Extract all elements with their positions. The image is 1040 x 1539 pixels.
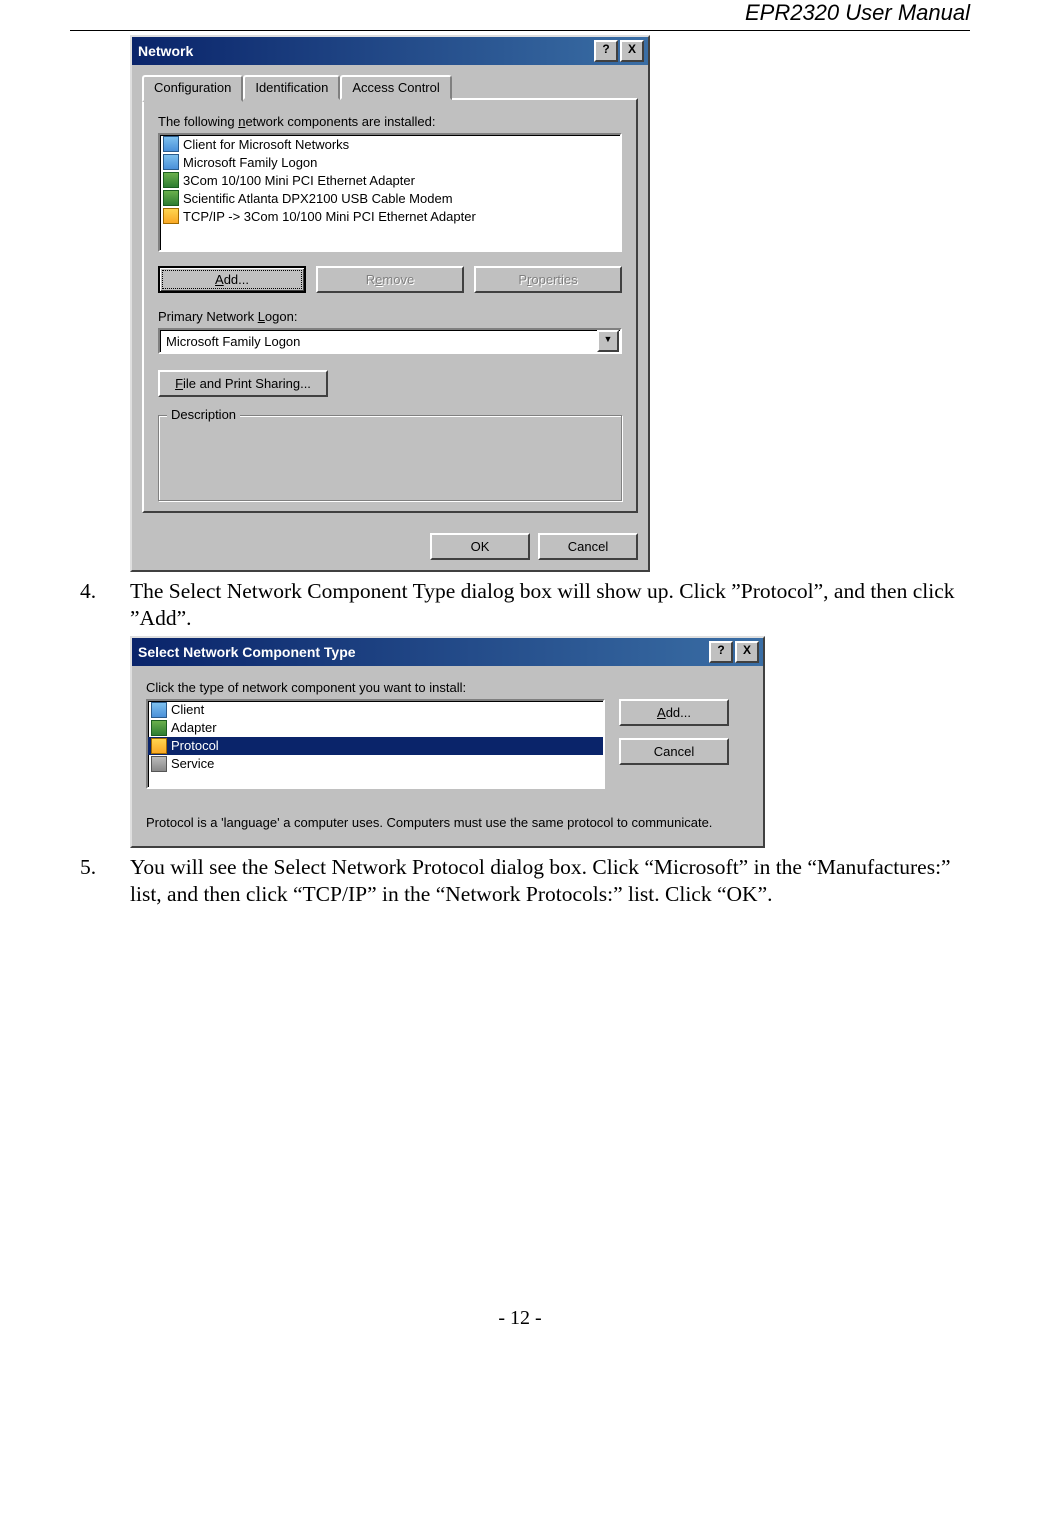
protocol-icon	[151, 738, 167, 754]
network-dialog: Network ? X Configuration Identification…	[130, 35, 650, 572]
step-text: The Select Network Component Type dialog…	[130, 578, 970, 632]
network-titlebar: Network ? X	[132, 37, 648, 65]
step-text: You will see the Select Network Protocol…	[130, 854, 970, 908]
list-item-adapter[interactable]: Adapter	[148, 719, 603, 737]
client-icon	[151, 702, 167, 718]
remove-button: Remove	[316, 266, 464, 293]
list-item-protocol[interactable]: Protocol	[148, 737, 603, 755]
list-item[interactable]: Scientific Atlanta DPX2100 USB Cable Mod…	[160, 189, 620, 207]
list-item-label: Adapter	[171, 720, 217, 735]
components-label: The following network components are ins…	[158, 114, 622, 129]
description-groupbox: Description	[158, 415, 622, 501]
add-button[interactable]: Add...	[158, 266, 306, 293]
component-buttons: Add... Remove Properties	[158, 266, 622, 293]
properties-button: Properties	[474, 266, 622, 293]
header-product: EPR2320	[745, 0, 839, 25]
tab-configuration[interactable]: Configuration	[142, 75, 243, 102]
service-icon	[151, 756, 167, 772]
page-footer: - 12 -	[70, 1307, 970, 1330]
file-print-sharing-button[interactable]: File and Print Sharing...	[158, 370, 328, 397]
cancel-button[interactable]: Cancel	[538, 533, 638, 560]
dialog-bottom-buttons: OK Cancel	[132, 523, 648, 570]
adapter-icon	[163, 172, 179, 188]
header-title: EPR2320 User Manual	[70, 0, 970, 30]
chevron-down-icon[interactable]: ▼	[597, 330, 619, 352]
list-item-label: Protocol	[171, 738, 219, 753]
cancel-button[interactable]: Cancel	[619, 738, 729, 765]
help-icon[interactable]: ?	[709, 641, 733, 663]
step-4: 4. The Select Network Component Type dia…	[70, 578, 970, 632]
primary-logon-value: Microsoft Family Logon	[160, 334, 596, 349]
tab-row: Configuration Identification Access Cont…	[142, 75, 638, 100]
ok-button[interactable]: OK	[430, 533, 530, 560]
list-item[interactable]: Microsoft Family Logon	[160, 153, 620, 171]
protocol-icon	[163, 208, 179, 224]
list-item-label: Microsoft Family Logon	[183, 155, 317, 170]
list-item-service[interactable]: Service	[148, 755, 603, 773]
list-item[interactable]: 3Com 10/100 Mini PCI Ethernet Adapter	[160, 171, 620, 189]
primary-logon-combo[interactable]: Microsoft Family Logon ▼	[158, 328, 622, 354]
configuration-panel: The following network components are ins…	[142, 98, 638, 513]
component-type-listbox[interactable]: Client Adapter Protocol Service	[146, 699, 605, 789]
select-component-title-text: Select Network Component Type	[138, 644, 707, 660]
adapter-icon	[163, 190, 179, 206]
close-icon[interactable]: X	[620, 40, 644, 62]
add-button[interactable]: Add...	[619, 699, 729, 726]
step-number: 4.	[80, 578, 130, 632]
list-item-label: Scientific Atlanta DPX2100 USB Cable Mod…	[183, 191, 453, 206]
description-legend: Description	[167, 407, 240, 422]
client-icon	[163, 154, 179, 170]
list-item-label: Client for Microsoft Networks	[183, 137, 349, 152]
client-icon	[163, 136, 179, 152]
list-item-label: Client	[171, 702, 204, 717]
select-component-dialog: Select Network Component Type ? X Click …	[130, 636, 765, 848]
adapter-icon	[151, 720, 167, 736]
list-item-client[interactable]: Client	[148, 701, 603, 719]
list-item[interactable]: Client for Microsoft Networks	[160, 135, 620, 153]
tab-access-control[interactable]: Access Control	[340, 75, 451, 100]
help-icon[interactable]: ?	[594, 40, 618, 62]
network-title-text: Network	[138, 43, 592, 59]
components-listbox[interactable]: Client for Microsoft Networks Microsoft …	[158, 133, 622, 252]
step-5: 5. You will see the Select Network Proto…	[70, 854, 970, 908]
list-item[interactable]: TCP/IP -> 3Com 10/100 Mini PCI Ethernet …	[160, 207, 620, 225]
list-item-label: TCP/IP -> 3Com 10/100 Mini PCI Ethernet …	[183, 209, 476, 224]
list-item-label: 3Com 10/100 Mini PCI Ethernet Adapter	[183, 173, 415, 188]
header-manual: User Manual	[839, 0, 970, 25]
select-component-titlebar: Select Network Component Type ? X	[132, 638, 763, 666]
tab-identification[interactable]: Identification	[243, 75, 340, 100]
component-description: Protocol is a 'language' a computer uses…	[146, 815, 749, 832]
instruction-label: Click the type of network component you …	[146, 680, 749, 695]
step-number: 5.	[80, 854, 130, 908]
list-item-label: Service	[171, 756, 214, 771]
close-icon[interactable]: X	[735, 641, 759, 663]
primary-logon-label: Primary Network Logon:	[158, 309, 622, 324]
header-rule	[70, 30, 970, 31]
